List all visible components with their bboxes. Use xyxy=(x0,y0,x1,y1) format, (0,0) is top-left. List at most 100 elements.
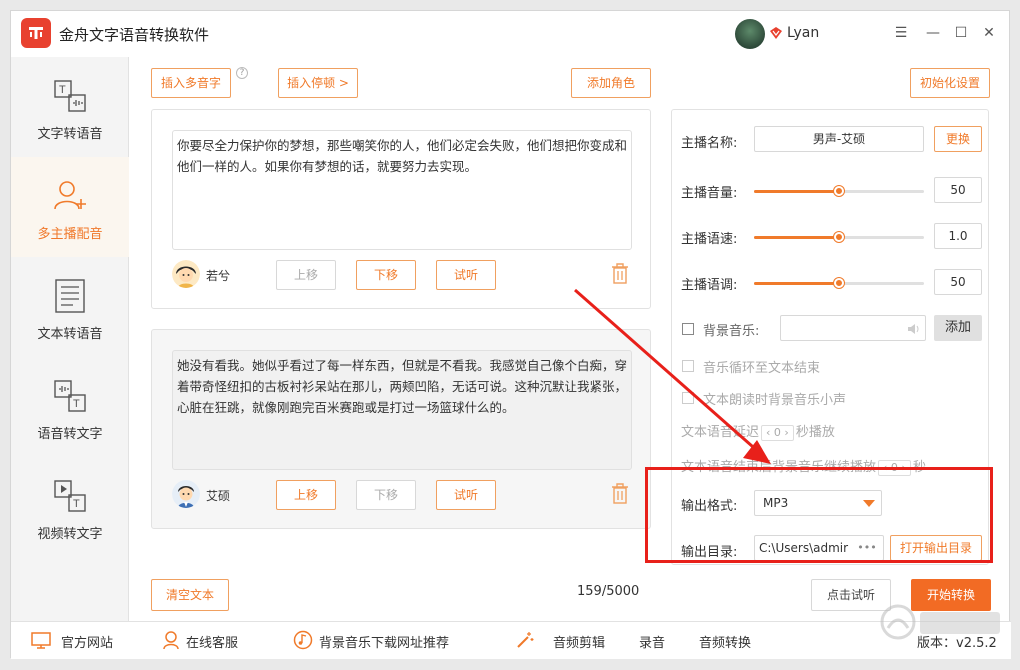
speed-slider[interactable] xyxy=(754,232,924,242)
svg-text:T: T xyxy=(73,498,80,510)
bg-music-checkbox[interactable] xyxy=(682,323,694,335)
record-link[interactable]: 录音 xyxy=(639,632,665,651)
router-watermark-logo xyxy=(880,604,1000,640)
loop-music-label: 音乐循环至文本结束 xyxy=(703,361,821,376)
segment-card[interactable]: 她没有看我。她似乎看过了每一样东西，但就是不看我。我感觉自己像个白痴，穿着带奇怪… xyxy=(151,329,651,529)
speed-input[interactable]: 1.0 xyxy=(934,223,982,249)
vip-badge-icon xyxy=(770,27,782,39)
volume-label: 主播音量: xyxy=(681,186,738,201)
format-label: 输出格式: xyxy=(681,499,738,514)
browse-dir-button[interactable]: ••• xyxy=(852,536,882,560)
volume-slider[interactable] xyxy=(754,186,924,196)
sidebar-item-label: 视频转文字 xyxy=(37,527,103,542)
online-support-link[interactable]: 在线客服 xyxy=(186,632,238,651)
move-up-button[interactable]: 上移 xyxy=(276,260,336,290)
bg-music-field[interactable] xyxy=(780,315,926,341)
help-icon[interactable]: ? xyxy=(236,67,248,79)
continue-suffix: 秒 xyxy=(912,460,926,475)
close-icon[interactable]: ✕ xyxy=(979,23,999,43)
clear-text-button[interactable]: 清空文本 xyxy=(151,579,229,611)
lower-music-checkbox[interactable] xyxy=(682,392,694,404)
sidebar-item-speech-to-text[interactable]: T 语音转文字 xyxy=(11,357,129,457)
bg-music-download-link[interactable]: 背景音乐下载网址推荐 xyxy=(319,632,449,651)
volume-slider-fill xyxy=(754,190,839,193)
preview-button[interactable]: 试听 xyxy=(436,480,496,510)
maximize-icon[interactable]: ☐ xyxy=(951,23,971,43)
speaker-avatar-female[interactable] xyxy=(172,260,200,288)
sidebar-item-document-to-speech[interactable]: 文本转语音 xyxy=(11,257,129,357)
monitor-icon xyxy=(31,632,51,649)
menu-icon[interactable]: ☰ xyxy=(891,23,911,43)
host-name-label: 主播名称: xyxy=(681,136,738,151)
volume-slider-knob[interactable] xyxy=(834,186,844,196)
speaker-avatar-male[interactable] xyxy=(172,480,200,508)
lower-music-label: 文本朗读时背景音乐小声 xyxy=(703,393,847,408)
add-bg-music-button[interactable]: 添加 xyxy=(934,315,982,341)
continue-setting: 文本语音结束后背景音乐继续播放 ‹ 0 › 秒 xyxy=(681,456,926,476)
audio-convert-link[interactable]: 音频转换 xyxy=(699,632,751,651)
char-count: 159/5000 xyxy=(577,584,640,599)
speed-label: 主播语速: xyxy=(681,232,738,247)
footer: 官方网站 在线客服 背景音乐下载网址推荐 音频剪辑 录音 音频转换 版本：v2.… xyxy=(11,621,1011,659)
support-agent-icon xyxy=(163,631,179,650)
speaker-icon xyxy=(908,324,919,334)
video-to-text-icon: T xyxy=(54,480,86,512)
username[interactable]: Lyan xyxy=(787,25,819,41)
continue-value: 0 xyxy=(890,461,898,474)
segment-text-input[interactable]: 她没有看我。她似乎看过了每一样东西，但就是不看我。我感觉自己像个白痴，穿着带奇怪… xyxy=(172,350,632,470)
delay-prefix: 文本语音延迟 xyxy=(681,425,760,440)
dir-label: 输出目录: xyxy=(681,545,738,560)
continue-stepper[interactable]: ‹ 0 › xyxy=(878,460,911,476)
delay-value: 0 xyxy=(773,426,781,439)
insert-pause-button[interactable]: 插入停顿 > xyxy=(278,68,358,98)
move-up-button[interactable]: 上移 xyxy=(276,480,336,510)
loop-music-checkbox[interactable] xyxy=(682,360,694,372)
delay-stepper[interactable]: ‹ 0 › xyxy=(761,425,794,441)
app-logo-icon xyxy=(21,18,51,48)
change-host-button[interactable]: 更换 xyxy=(934,126,982,152)
output-dir-value: C:\Users\admir xyxy=(759,541,849,555)
sidebar-item-label: 多主播配音 xyxy=(37,227,103,242)
speed-slider-knob[interactable] xyxy=(834,232,844,242)
host-name-field[interactable]: 男声-艾硕 xyxy=(754,126,924,152)
format-value: MP3 xyxy=(763,496,789,510)
speed-slider-fill xyxy=(754,236,839,239)
reset-settings-button[interactable]: 初始化设置 xyxy=(910,68,990,98)
speaker-name: 艾硕 xyxy=(206,489,231,503)
audio-cut-link[interactable]: 音频剪辑 xyxy=(553,632,605,651)
preview-button[interactable]: 试听 xyxy=(436,260,496,290)
official-website-link[interactable]: 官方网站 xyxy=(61,632,113,651)
document-to-speech-icon xyxy=(55,279,85,313)
chevron-down-icon xyxy=(863,500,875,507)
svg-text:T: T xyxy=(73,398,80,410)
volume-input[interactable]: 50 xyxy=(934,177,982,203)
segment-text-input[interactable]: 你要尽全力保护你的梦想，那些嘲笑你的人，他们必定会失败，他们想把你变成和他们一样… xyxy=(172,130,632,250)
trash-icon[interactable] xyxy=(610,262,630,284)
pitch-slider[interactable] xyxy=(754,278,924,288)
user-avatar[interactable] xyxy=(735,19,765,49)
insert-polyphone-button[interactable]: 插入多音字 xyxy=(151,68,231,98)
pitch-slider-fill xyxy=(754,282,839,285)
open-output-dir-button[interactable]: 打开输出目录 xyxy=(890,535,982,561)
settings-panel: 主播名称: 男声-艾硕 更换 主播音量: 50 主播语速: 1.0 主播语调: … xyxy=(671,109,989,565)
delay-setting: 文本语音延迟 ‹ 0 › 秒播放 xyxy=(681,421,835,441)
title-bar: 金舟文字语音转换软件 Lyan ☰ — ☐ ✕ xyxy=(11,11,1011,57)
move-down-button[interactable]: 下移 xyxy=(356,480,416,510)
svg-text:T: T xyxy=(59,84,66,96)
text-to-speech-icon: T xyxy=(54,80,86,112)
sidebar-item-text-to-speech[interactable]: T 文字转语音 xyxy=(11,57,129,157)
pitch-slider-knob[interactable] xyxy=(834,278,844,288)
add-role-button[interactable]: 添加角色 xyxy=(571,68,651,98)
app-window: 金舟文字语音转换软件 Lyan ☰ — ☐ ✕ T 文字转语音 多主播配音 文本… xyxy=(10,10,1011,659)
speech-to-text-icon: T xyxy=(54,380,86,412)
pitch-input[interactable]: 50 xyxy=(934,269,982,295)
trash-icon[interactable] xyxy=(610,482,630,504)
move-down-button[interactable]: 下移 xyxy=(356,260,416,290)
delay-suffix: 秒播放 xyxy=(795,425,835,440)
format-select[interactable]: MP3 xyxy=(754,490,882,516)
speaker-name: 若兮 xyxy=(206,269,231,283)
sidebar-item-multi-host[interactable]: 多主播配音 xyxy=(11,157,129,257)
minimize-icon[interactable]: — xyxy=(923,23,943,43)
segment-card[interactable]: 你要尽全力保护你的梦想，那些嘲笑你的人，他们必定会失败，他们想把你变成和他们一样… xyxy=(151,109,651,309)
sidebar-item-video-to-text[interactable]: T 视频转文字 xyxy=(11,457,129,557)
